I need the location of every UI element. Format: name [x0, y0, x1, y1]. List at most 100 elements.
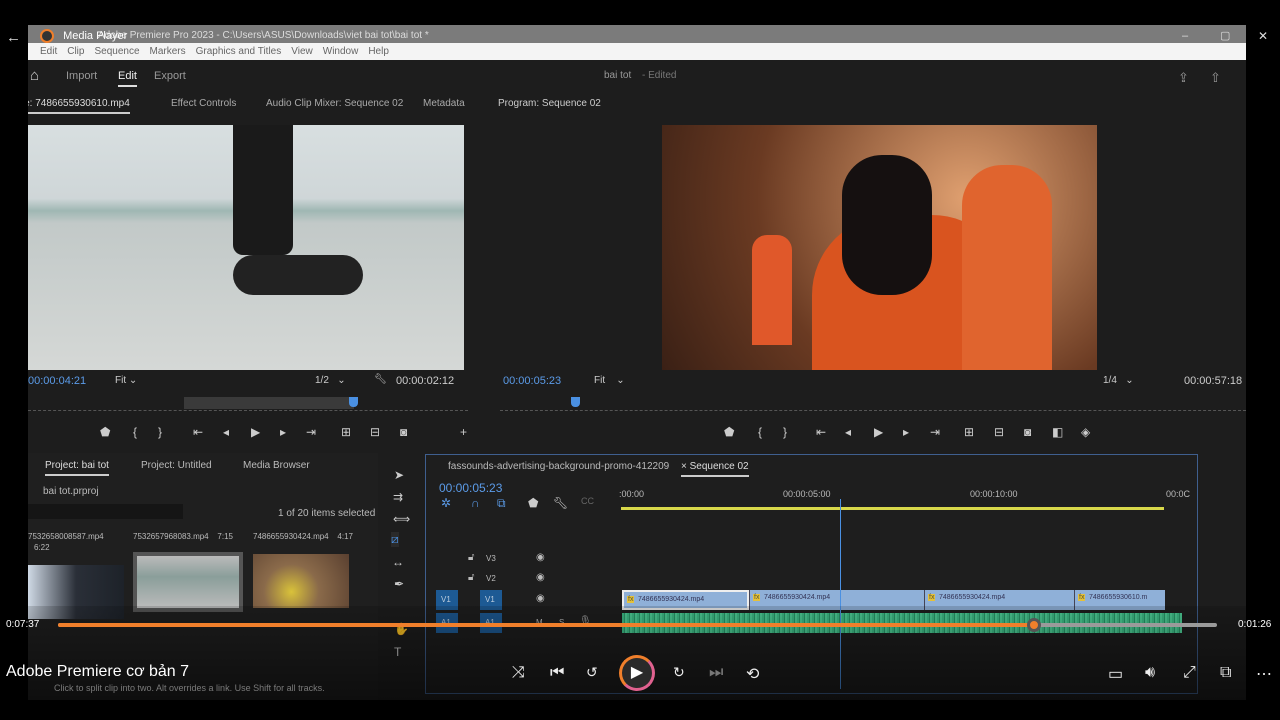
tab-sequence-02: × Sequence 02	[681, 461, 749, 477]
project-search-input[interactable]	[28, 504, 183, 519]
program-duration: 00:00:57:18	[1184, 375, 1243, 387]
source-playhead[interactable]	[349, 397, 358, 407]
captions-icon[interactable]: CC	[581, 496, 594, 506]
quick-export-icon: ⇪	[1178, 70, 1189, 85]
program-playhead[interactable]	[571, 397, 580, 407]
more-options-icon[interactable]: ⋯	[1256, 664, 1272, 684]
forward-30-icon[interactable]: ↻	[673, 664, 685, 681]
seek-bar[interactable]	[58, 618, 1217, 632]
vr-button[interactable]: ◈	[1081, 425, 1090, 439]
mark-in-button[interactable]: {	[758, 425, 762, 439]
source-panel-tabs: Source: 7486655930610.mp4 Effect Control…	[28, 98, 488, 118]
play-button[interactable]: ▶	[251, 425, 260, 439]
settings-wrench-icon[interactable]: 🔧︎	[553, 496, 568, 510]
close-button[interactable]: ✕	[1258, 29, 1268, 43]
tab-source: Source: 7486655930610.mp4	[28, 98, 130, 114]
seek-knob[interactable]	[1026, 618, 1041, 632]
work-area-bar[interactable]	[621, 507, 1164, 510]
edit-tab: Edit	[118, 70, 137, 87]
minimize-button[interactable]: –	[1182, 30, 1188, 42]
back-button[interactable]: ←	[6, 29, 21, 46]
go-to-out-button[interactable]: ⇥	[930, 425, 940, 439]
overwrite-button[interactable]: ⊟	[370, 425, 380, 439]
go-to-in-button[interactable]: ⇤	[193, 425, 203, 439]
insert-button[interactable]: ⊞	[341, 425, 351, 439]
video-frame[interactable]: Adobe Premiere Pro 2023 - C:\Users\ASUS\…	[28, 25, 1246, 700]
shuffle-icon[interactable]: ⤨	[512, 664, 525, 682]
item-duration: 6:22	[34, 543, 50, 552]
go-to-out-button[interactable]: ⇥	[306, 425, 316, 439]
wrench-icon[interactable]: 🔧︎	[374, 374, 387, 385]
fullscreen-icon[interactable]: ⤢	[1183, 664, 1196, 682]
source-res-dropdown[interactable]: 1/2 ⌄	[315, 375, 346, 386]
ruler-label: 00:00:05:00	[783, 489, 831, 499]
tab-media-browser: Media Browser	[243, 460, 310, 471]
item-name: 7532658008587.mp4	[28, 532, 104, 541]
volume-icon[interactable]: 🔊︎	[1145, 664, 1155, 682]
play-button[interactable]: ▶	[874, 425, 883, 439]
nest-icon[interactable]: ✲	[441, 496, 451, 510]
repeat-off-icon[interactable]: ⟲	[746, 664, 759, 684]
step-back-button[interactable]: ◂	[845, 425, 851, 439]
track-v2: 🔓︎ V2 ◉	[426, 569, 1196, 589]
sequence-tab-label: Sequence 02	[689, 461, 749, 472]
menu-markers: Markers	[149, 46, 186, 57]
item-duration: 7:15	[217, 532, 233, 541]
source-fit-value: Fit	[115, 375, 127, 386]
tab-audio-clip-mixer: Audio Clip Mixer: Sequence 02	[266, 98, 404, 109]
app-title: Media Player	[63, 30, 128, 42]
eye-icon[interactable]: ◉	[536, 552, 545, 563]
status-bar-text: Click to split clip into two. Alt overri…	[54, 683, 325, 693]
mark-in-button[interactable]: {	[133, 425, 137, 439]
compare-button[interactable]: ◧	[1052, 425, 1063, 439]
track-select-tool[interactable]: ⇉	[393, 490, 403, 504]
snap-icon[interactable]: ∩	[471, 496, 480, 510]
tab-project-bai-tot: Project: bai tot	[45, 460, 109, 476]
marker-button[interactable]: ⬟	[100, 425, 110, 439]
ripple-edit-tool[interactable]: ⟺	[393, 512, 410, 526]
source-fit-dropdown[interactable]: Fit ⌄	[115, 375, 160, 386]
play-icon: ▶	[630, 664, 644, 681]
razor-tool[interactable]: ⧄	[391, 532, 399, 547]
camera-icon[interactable]: ◙	[1024, 425, 1031, 439]
tab-metadata: Metadata	[423, 98, 465, 109]
go-to-in-button[interactable]: ⇤	[816, 425, 826, 439]
rewind-10-icon[interactable]: ↺	[586, 664, 598, 681]
eye-icon[interactable]: ◉	[536, 572, 545, 583]
seek-bar-progress	[58, 623, 1034, 627]
share-icon: ⇧	[1210, 70, 1221, 85]
program-res-dropdown[interactable]: 1/4 ⌄	[1103, 375, 1134, 386]
project-item[interactable]: 7486655930424.mp4 4:17	[253, 531, 353, 608]
play-button[interactable]: ▶	[619, 655, 655, 691]
program-scrubber[interactable]	[500, 397, 1246, 411]
camera-icon[interactable]: ◙	[400, 425, 407, 439]
selection-tool[interactable]: ➤	[394, 468, 404, 482]
eye-icon[interactable]: ◉	[536, 593, 545, 604]
subtitles-icon[interactable]: ▭	[1108, 664, 1123, 684]
marker-button[interactable]: ⬟	[724, 425, 734, 439]
menu-help: Help	[368, 46, 389, 57]
lift-button[interactable]: ⊞	[964, 425, 974, 439]
source-monitor-image	[28, 125, 464, 370]
add-marker-icon[interactable]: ⬟	[528, 496, 538, 510]
program-tab: Program: Sequence 02	[498, 98, 601, 109]
mark-out-button[interactable]: }	[783, 425, 787, 439]
pen-tool[interactable]: ✒	[394, 577, 404, 591]
add-button[interactable]: +	[460, 425, 467, 439]
program-fit-dropdown[interactable]: Fit ⌄	[594, 375, 625, 386]
linked-selection-icon[interactable]: ⧉	[497, 496, 506, 511]
previous-icon[interactable]: ⏮︎	[550, 664, 564, 682]
mark-out-button[interactable]: }	[158, 425, 162, 439]
step-forward-button[interactable]: ▸	[903, 425, 909, 439]
program-timecode: 00:00:05:23	[503, 375, 562, 387]
next-icon[interactable]: ⏭︎	[709, 664, 723, 682]
step-back-button[interactable]: ◂	[223, 425, 229, 439]
step-forward-button[interactable]: ▸	[280, 425, 286, 439]
time-ruler[interactable]: :00:00 00:00:05:00 00:00:10:00 00:0C	[619, 485, 1190, 511]
extract-button[interactable]: ⊟	[994, 425, 1004, 439]
timeline-timecode: 00:00:05:23	[439, 481, 503, 495]
maximize-button[interactable]: ▢	[1220, 29, 1230, 42]
source-scrubber[interactable]	[28, 397, 468, 411]
slip-tool[interactable]: ↔	[392, 555, 404, 569]
mini-player-icon[interactable]: ⧉	[1220, 664, 1231, 682]
